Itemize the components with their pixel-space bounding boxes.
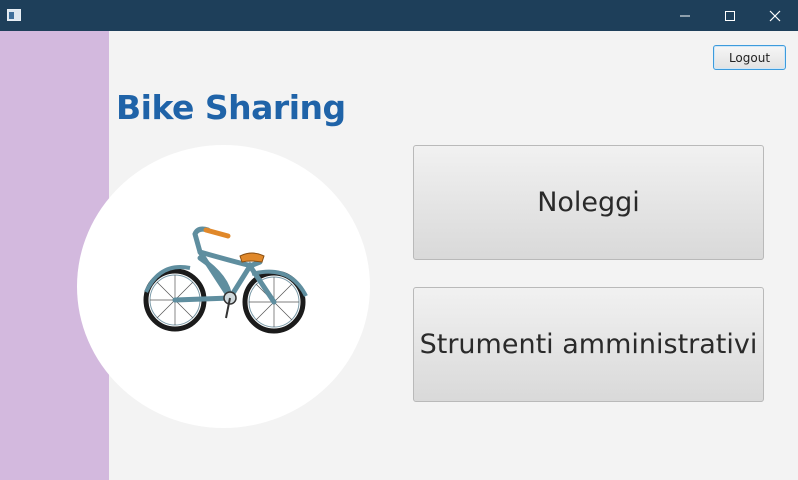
window-titlebar xyxy=(0,0,798,31)
maximize-button[interactable] xyxy=(707,0,753,31)
noleggi-button[interactable]: Noleggi xyxy=(413,145,764,260)
admin-tools-button[interactable]: Strumenti amministrativi xyxy=(413,287,764,402)
bicycle-icon xyxy=(143,226,308,334)
logout-button[interactable]: Logout xyxy=(713,45,786,70)
minimize-icon xyxy=(680,15,690,16)
close-button[interactable] xyxy=(752,0,798,31)
maximize-icon xyxy=(725,10,735,21)
close-icon xyxy=(769,10,781,21)
page-title: Bike Sharing xyxy=(116,88,346,127)
minimize-button[interactable] xyxy=(662,0,708,31)
app-window-icon xyxy=(7,9,21,21)
